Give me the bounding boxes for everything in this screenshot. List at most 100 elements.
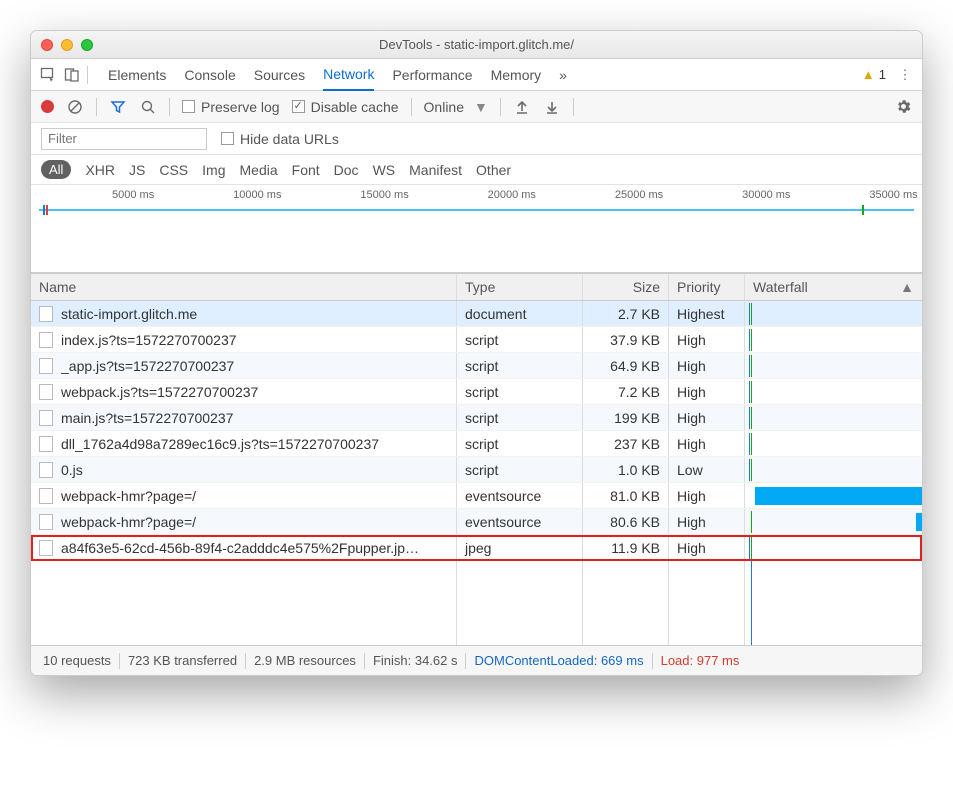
row-size: 199 KB (583, 405, 669, 430)
tab-network[interactable]: Network (323, 59, 374, 91)
table-row[interactable]: webpack-hmr?page=/eventsource80.6 KBHigh (31, 509, 922, 535)
row-name: webpack-hmr?page=/ (61, 514, 196, 530)
filter-type-img[interactable]: Img (202, 162, 225, 178)
filter-type-other[interactable]: Other (476, 162, 511, 178)
row-size: 237 KB (583, 431, 669, 456)
disable-cache-checkbox[interactable]: Disable cache (292, 99, 399, 115)
tab-performance[interactable]: Performance (392, 59, 472, 91)
warning-icon: ▲ (862, 67, 875, 82)
row-name: dll_1762a4d98a7289ec16c9.js?ts=157227070… (61, 436, 379, 452)
table-row[interactable]: index.js?ts=1572270700237script37.9 KBHi… (31, 327, 922, 353)
inspect-icon[interactable] (39, 66, 57, 84)
file-icon (39, 436, 53, 452)
filter-type-ws[interactable]: WS (373, 162, 396, 178)
download-icon[interactable] (543, 98, 561, 116)
filter-type-css[interactable]: CSS (159, 162, 188, 178)
table-row[interactable]: _app.js?ts=1572270700237script64.9 KBHig… (31, 353, 922, 379)
status-dcl: DOMContentLoaded: 669 ms (474, 653, 643, 668)
more-tabs-icon[interactable]: » (559, 59, 567, 91)
table-row[interactable]: webpack.js?ts=1572270700237script7.2 KBH… (31, 379, 922, 405)
col-waterfall[interactable]: Waterfall▲ (745, 274, 922, 300)
filter-input[interactable] (41, 128, 207, 150)
tab-sources[interactable]: Sources (254, 59, 305, 91)
file-icon (39, 540, 53, 556)
file-icon (39, 358, 53, 374)
row-size: 2.7 KB (583, 301, 669, 326)
row-priority: High (669, 405, 745, 430)
file-icon (39, 384, 53, 400)
row-waterfall (745, 483, 922, 508)
device-icon[interactable] (63, 66, 81, 84)
gear-icon[interactable] (894, 98, 912, 116)
preserve-log-checkbox[interactable]: Preserve log (182, 99, 280, 115)
record-button[interactable] (41, 100, 54, 113)
row-waterfall (745, 379, 922, 404)
filter-type-xhr[interactable]: XHR (85, 162, 115, 178)
file-icon (39, 306, 53, 322)
window-title: DevTools - static-import.glitch.me/ (31, 37, 922, 52)
row-name: a84f63e5-62cd-456b-89f4-c2adddc4e575%2Fp… (61, 540, 419, 556)
row-waterfall (745, 509, 922, 534)
row-name: webpack-hmr?page=/ (61, 488, 196, 504)
table-row[interactable]: 0.jsscript1.0 KBLow (31, 457, 922, 483)
filter-type-manifest[interactable]: Manifest (409, 162, 462, 178)
filter-type-js[interactable]: JS (129, 162, 145, 178)
row-name: _app.js?ts=1572270700237 (61, 358, 234, 374)
tab-elements[interactable]: Elements (108, 59, 166, 91)
row-priority: High (669, 353, 745, 378)
table-row[interactable]: static-import.glitch.medocument2.7 KBHig… (31, 301, 922, 327)
row-type: eventsource (457, 483, 583, 508)
upload-icon[interactable] (513, 98, 531, 116)
row-priority: Low (669, 457, 745, 482)
row-type: document (457, 301, 583, 326)
col-priority[interactable]: Priority (669, 274, 745, 300)
filter-icon[interactable] (109, 98, 127, 116)
filter-type-font[interactable]: Font (292, 162, 320, 178)
type-filter-bar: All XHR JS CSS Img Media Font Doc WS Man… (31, 155, 922, 185)
network-toolbar: Preserve log Disable cache Online▼ (31, 91, 922, 123)
row-size: 37.9 KB (583, 327, 669, 352)
throttling-select[interactable]: Online▼ (424, 99, 488, 115)
tab-console[interactable]: Console (184, 59, 235, 91)
table-row[interactable]: dll_1762a4d98a7289ec16c9.js?ts=157227070… (31, 431, 922, 457)
clear-icon[interactable] (66, 98, 84, 116)
main-tabs: Elements Console Sources Network Perform… (31, 59, 922, 91)
row-waterfall (745, 301, 922, 326)
table-row[interactable]: main.js?ts=1572270700237 script199 KBHigh (31, 405, 922, 431)
row-name: main.js?ts=1572270700237 (61, 410, 233, 426)
filter-type-media[interactable]: Media (240, 162, 278, 178)
row-size: 80.6 KB (583, 509, 669, 534)
table-row[interactable]: a84f63e5-62cd-456b-89f4-c2adddc4e575%2Fp… (31, 535, 922, 561)
filter-type-all[interactable]: All (41, 160, 71, 179)
table-row[interactable]: webpack-hmr?page=/ eventsource81.0 KBHigh (31, 483, 922, 509)
row-priority: High (669, 535, 745, 560)
col-name[interactable]: Name (31, 274, 457, 300)
row-priority: High (669, 483, 745, 508)
row-priority: High (669, 509, 745, 534)
warnings-button[interactable]: ▲1 (862, 67, 886, 82)
row-size: 11.9 KB (583, 535, 669, 560)
file-icon (39, 488, 53, 504)
row-type: script (457, 405, 583, 430)
row-name: webpack.js?ts=1572270700237 (61, 384, 258, 400)
row-type: script (457, 457, 583, 482)
col-type[interactable]: Type (457, 274, 583, 300)
file-icon (39, 410, 53, 426)
row-size: 64.9 KB (583, 353, 669, 378)
filter-type-doc[interactable]: Doc (334, 162, 359, 178)
hide-data-urls-checkbox[interactable]: Hide data URLs (221, 131, 339, 147)
row-waterfall (745, 431, 922, 456)
kebab-icon[interactable]: ⋮ (896, 66, 914, 84)
file-icon (39, 462, 53, 478)
status-transferred: 723 KB transferred (128, 653, 237, 668)
timeline-overview[interactable]: 5000 ms 10000 ms 15000 ms 20000 ms 25000… (31, 185, 922, 273)
search-icon[interactable] (139, 98, 157, 116)
tab-memory[interactable]: Memory (491, 59, 542, 91)
row-name: static-import.glitch.me (61, 306, 197, 322)
filter-bar: Hide data URLs (31, 123, 922, 155)
col-size[interactable]: Size (583, 274, 669, 300)
file-icon (39, 514, 53, 530)
row-type: jpeg (457, 535, 583, 560)
row-waterfall (745, 457, 922, 482)
row-size: 81.0 KB (583, 483, 669, 508)
